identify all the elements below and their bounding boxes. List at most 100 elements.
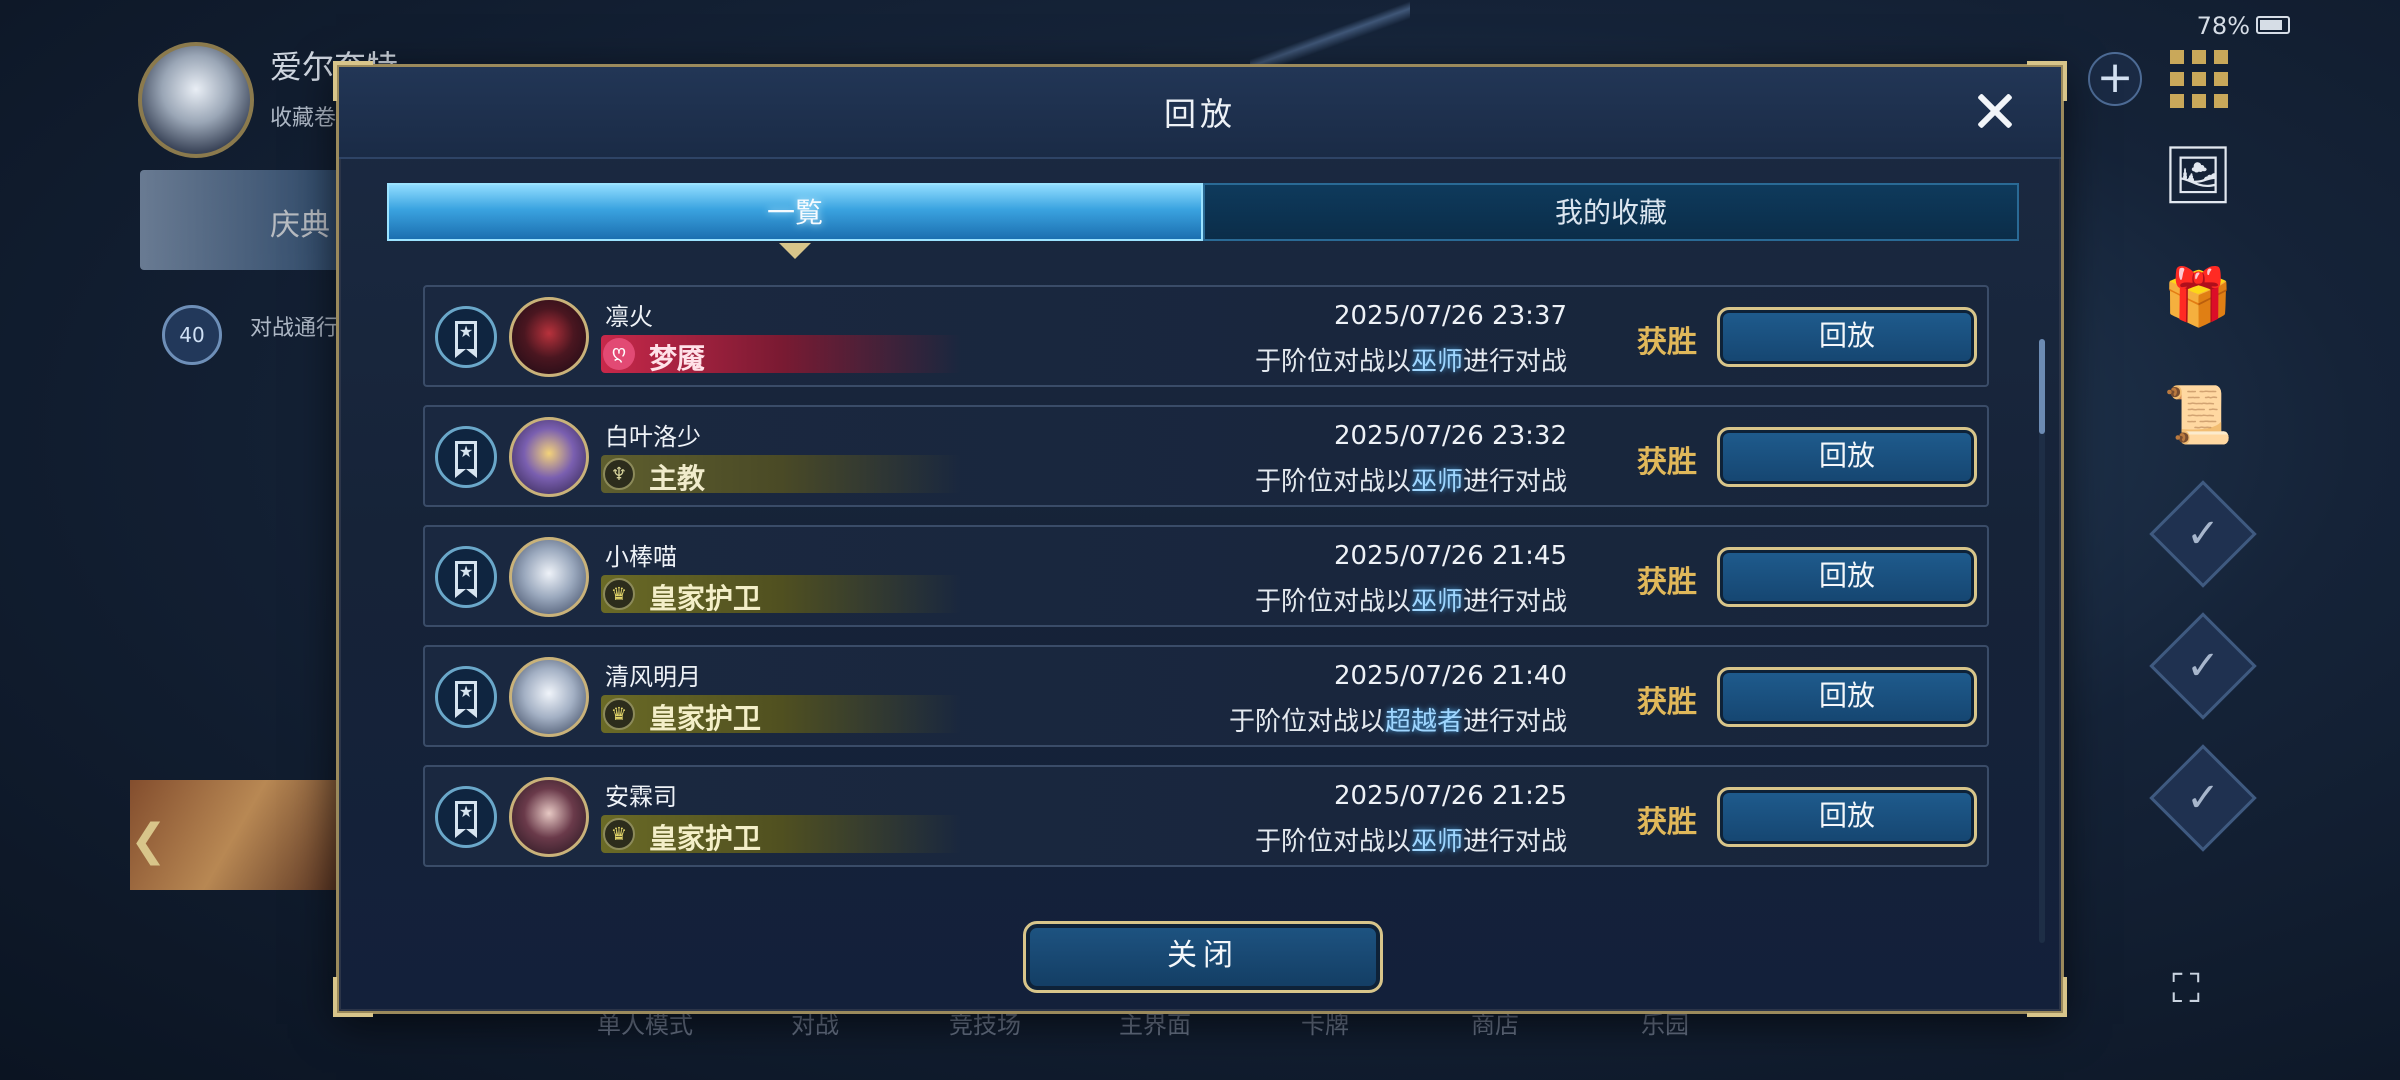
opponent-class-bar: ♆ 主教 <box>601 455 961 495</box>
tab-label: 一覧 <box>766 196 823 229</box>
replay-button[interactable]: 回放 <box>1717 307 1977 367</box>
replay-row: ★ 安霖司 ♛ 皇家护卫 2025/07/26 21:25 于阶位对战以巫师进行… <box>423 765 1989 867</box>
opponent-avatar <box>509 777 589 857</box>
tab-overview[interactable]: 一覧 <box>387 183 1203 259</box>
opponent-class-name: 梦魇 <box>649 342 706 375</box>
desc-class: 巫师 <box>1410 587 1463 617</box>
battery-level: 78% <box>2196 12 2250 40</box>
match-result: 获胜 <box>1637 445 1697 480</box>
star-icon: ★ <box>458 562 474 581</box>
desc-prefix: 于阶位对战以 <box>1254 347 1411 377</box>
replay-button[interactable]: 回放 <box>1717 667 1977 727</box>
grid-menu-icon <box>2170 50 2228 108</box>
replay-button[interactable]: 回放 <box>1717 427 1977 487</box>
bookmark-star-button[interactable]: ★ <box>435 666 497 728</box>
match-result: 获胜 <box>1637 325 1697 360</box>
gift-icon: 🎁 <box>2163 265 2233 330</box>
player-sub-label: 收藏卷 <box>270 106 337 131</box>
dialog-title: 回放 <box>1163 95 1236 133</box>
opponent-class-bar: ♛ 皇家护卫 <box>601 695 961 735</box>
replay-row: ★ 清风明月 ♛ 皇家护卫 2025/07/26 21:40 于阶位对战以超越者… <box>423 645 1989 747</box>
desc-prefix: 于阶位对战以 <box>1254 467 1411 497</box>
replay-button[interactable]: 回放 <box>1717 787 1977 847</box>
opponent-class-name: 皇家护卫 <box>649 822 762 855</box>
desc-suffix: 进行对战 <box>1462 707 1567 737</box>
opponent-name: 小棒喵 <box>605 543 677 571</box>
plus-icon: + <box>2088 52 2142 106</box>
match-datetime: 2025/07/26 23:32 <box>1333 421 1567 451</box>
active-tab-indicator <box>779 243 811 259</box>
desc-suffix: 进行对战 <box>1462 347 1567 377</box>
opponent-avatar <box>509 537 589 617</box>
scrollbar-thumb[interactable] <box>2039 339 2045 434</box>
match-result: 获胜 <box>1637 805 1697 840</box>
match-datetime: 2025/07/26 21:40 <box>1333 661 1567 691</box>
opponent-avatar <box>509 417 589 497</box>
havencraft-class-icon: ♆ <box>603 458 635 490</box>
match-description: 于阶位对战以超越者进行对战 <box>1229 701 1567 738</box>
star-icon: ★ <box>458 802 474 821</box>
opponent-name: 清风明月 <box>605 663 701 691</box>
mission-check-icon: ✓ <box>2149 744 2257 852</box>
match-datetime: 2025/07/26 21:25 <box>1333 781 1567 811</box>
desc-class: 巫师 <box>1410 467 1463 497</box>
opponent-name: 安霖司 <box>605 783 677 811</box>
match-result: 获胜 <box>1637 685 1697 720</box>
replay-row: ★ 白叶洛少 ♆ 主教 2025/07/26 23:32 于阶位对战以巫师进行对… <box>423 405 1989 507</box>
desc-class: 超越者 <box>1384 707 1463 737</box>
opponent-class-name: 主教 <box>649 462 706 495</box>
mission-check-icon: ✓ <box>2149 480 2257 588</box>
battery-icon <box>2256 16 2290 34</box>
frame-corner <box>333 977 373 1017</box>
opponent-name: 凛火 <box>605 303 653 331</box>
match-datetime: 2025/07/26 21:45 <box>1333 541 1567 571</box>
bookmark-star-button[interactable]: ★ <box>435 786 497 848</box>
close-button[interactable]: 关闭 <box>1023 921 1383 993</box>
bookmark-star-button[interactable]: ★ <box>435 306 497 368</box>
star-icon: ★ <box>458 322 474 341</box>
match-description: 于阶位对战以巫师进行对战 <box>1255 341 1567 378</box>
replay-row: ★ 小棒喵 ♛ 皇家护卫 2025/07/26 21:45 于阶位对战以巫师进行… <box>423 525 1989 627</box>
crown-icon: ♛ <box>603 698 635 730</box>
image-refresh-icon: 🖼 <box>2162 143 2234 208</box>
tab-label: 我的收藏 <box>1554 196 1667 229</box>
replay-row: ★ 凛火 ღ 梦魇 2025/07/26 23:37 于阶位对战以巫师进行对战 … <box>423 285 1989 387</box>
opponent-class-bar: ♛ 皇家护卫 <box>601 815 961 855</box>
desc-class: 巫师 <box>1410 827 1463 857</box>
match-result: 获胜 <box>1637 565 1697 600</box>
level-badge: 40 <box>162 305 222 365</box>
tab-my-favorites[interactable]: 我的收藏 <box>1203 183 2019 241</box>
desc-class: 巫师 <box>1410 347 1463 377</box>
replay-button[interactable]: 回放 <box>1717 547 1977 607</box>
bookmark-star-button[interactable]: ★ <box>435 546 497 608</box>
chevron-left-icon: ❮ <box>130 815 167 866</box>
star-icon: ★ <box>458 682 474 701</box>
opponent-avatar <box>509 657 589 737</box>
desc-prefix: 于阶位对战以 <box>1254 587 1411 617</box>
tab-bar: 一覧 我的收藏 <box>387 183 2019 259</box>
mission-check-icon: ✓ <box>2149 612 2257 720</box>
crown-icon: ♛ <box>603 578 635 610</box>
opponent-name: 白叶洛少 <box>605 423 701 451</box>
match-description: 于阶位对战以巫师进行对战 <box>1255 821 1567 858</box>
replay-list: ★ 凛火 ღ 梦魇 2025/07/26 23:37 于阶位对战以巫师进行对战 … <box>423 285 1989 935</box>
list-scrollbar[interactable] <box>2039 339 2045 943</box>
fullscreen-icon: ⛶ <box>2172 966 2200 1012</box>
crown-icon: ♛ <box>603 818 635 850</box>
close-icon[interactable] <box>1969 85 2021 137</box>
desc-prefix: 于阶位对战以 <box>1228 707 1385 737</box>
desc-suffix: 进行对战 <box>1462 467 1567 497</box>
desc-suffix: 进行对战 <box>1462 587 1567 617</box>
opponent-class-name: 皇家护卫 <box>649 582 762 615</box>
player-avatar <box>138 42 254 158</box>
opponent-avatar <box>509 297 589 377</box>
opponent-class-bar: ♛ 皇家护卫 <box>601 575 961 615</box>
opponent-class-name: 皇家护卫 <box>649 702 762 735</box>
star-icon: ★ <box>458 442 474 461</box>
replay-dialog: 回放 一覧 我的收藏 ★ 凛火 ღ 梦魇 2025/07/26 23:37 于阶… <box>333 61 2067 1017</box>
scroll-icon: 📜 <box>2163 383 2233 448</box>
dialog-header: 回放 <box>339 67 2061 159</box>
nightmare-class-icon: ღ <box>603 338 635 370</box>
match-description: 于阶位对战以巫师进行对战 <box>1255 461 1567 498</box>
bookmark-star-button[interactable]: ★ <box>435 426 497 488</box>
